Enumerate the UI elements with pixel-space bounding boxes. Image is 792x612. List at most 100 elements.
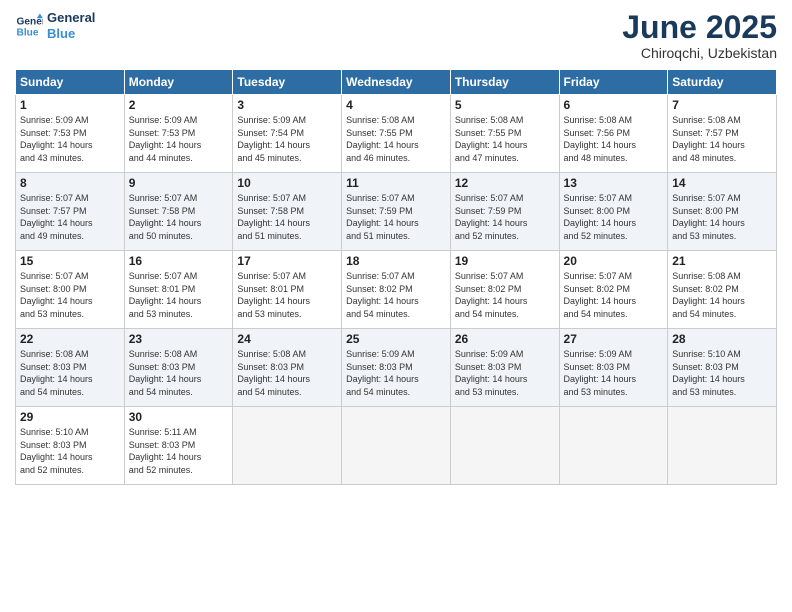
day-info: Sunrise: 5:07 AM Sunset: 7:58 PM Dayligh…: [237, 192, 337, 242]
table-row: 30Sunrise: 5:11 AM Sunset: 8:03 PM Dayli…: [124, 407, 233, 485]
svg-text:Blue: Blue: [17, 27, 39, 38]
day-info: Sunrise: 5:07 AM Sunset: 7:59 PM Dayligh…: [346, 192, 446, 242]
header-thursday: Thursday: [450, 70, 559, 95]
day-info: Sunrise: 5:08 AM Sunset: 7:56 PM Dayligh…: [564, 114, 664, 164]
day-number: 24: [237, 332, 337, 346]
header-wednesday: Wednesday: [342, 70, 451, 95]
table-row: 9 Sunrise: 5:07 AM Sunset: 7:58 PM Daylig…: [124, 173, 233, 251]
day-number: 27: [564, 332, 664, 346]
day-info: Sunrise: 5:08 AM Sunset: 8:03 PM Dayligh…: [20, 348, 120, 398]
day-number: 4: [346, 98, 446, 112]
table-row: [233, 407, 342, 485]
table-row: 16 Sunrise: 5:07 AM Sunset: 8:01 PM Dayli…: [124, 251, 233, 329]
day-number: 19: [455, 254, 555, 268]
day-info: Sunrise: 5:07 AM Sunset: 8:02 PM Dayligh…: [346, 270, 446, 320]
header: General Blue General Blue June 2025 Chir…: [15, 10, 777, 61]
day-number: 13: [564, 176, 664, 190]
day-info: Sunrise: 5:07 AM Sunset: 8:00 PM Dayligh…: [672, 192, 772, 242]
table-row: 24 Sunrise: 5:08 AM Sunset: 8:03 PM Dayli…: [233, 329, 342, 407]
table-row: 27 Sunrise: 5:09 AM Sunset: 8:03 PM Dayli…: [559, 329, 668, 407]
day-number: 22: [20, 332, 120, 346]
day-number: 9: [129, 176, 229, 190]
day-number: 8: [20, 176, 120, 190]
day-info: Sunrise: 5:09 AM Sunset: 7:54 PM Dayligh…: [237, 114, 337, 164]
logo-text-line2: Blue: [47, 26, 95, 42]
table-row: 18 Sunrise: 5:07 AM Sunset: 8:02 PM Dayli…: [342, 251, 451, 329]
day-number: 6: [564, 98, 664, 112]
calendar-week-row: 1 Sunrise: 5:09 AM Sunset: 7:53 PM Daylig…: [16, 95, 777, 173]
table-row: 14 Sunrise: 5:07 AM Sunset: 8:00 PM Dayli…: [668, 173, 777, 251]
day-info: Sunrise: 5:09 AM Sunset: 7:53 PM Dayligh…: [20, 114, 120, 164]
day-info: Sunrise: 5:08 AM Sunset: 7:57 PM Dayligh…: [672, 114, 772, 164]
calendar-week-row: 8 Sunrise: 5:07 AM Sunset: 7:57 PM Daylig…: [16, 173, 777, 251]
day-number: 23: [129, 332, 229, 346]
day-info: Sunrise: 5:07 AM Sunset: 8:00 PM Dayligh…: [20, 270, 120, 320]
table-row: 12Sunrise: 5:07 AM Sunset: 7:59 PM Dayli…: [450, 173, 559, 251]
table-row: 5Sunrise: 5:08 AM Sunset: 7:55 PM Daylig…: [450, 95, 559, 173]
table-row: 11 Sunrise: 5:07 AM Sunset: 7:59 PM Dayli…: [342, 173, 451, 251]
calendar-table: Sunday Monday Tuesday Wednesday Thursday…: [15, 69, 777, 485]
day-info: Sunrise: 5:10 AM Sunset: 8:03 PM Dayligh…: [20, 426, 120, 476]
day-info: Sunrise: 5:10 AM Sunset: 8:03 PM Dayligh…: [672, 348, 772, 398]
day-info: Sunrise: 5:08 AM Sunset: 7:55 PM Dayligh…: [455, 114, 555, 164]
table-row: 23 Sunrise: 5:08 AM Sunset: 8:03 PM Dayli…: [124, 329, 233, 407]
day-info: Sunrise: 5:09 AM Sunset: 8:03 PM Dayligh…: [564, 348, 664, 398]
title-block: June 2025 Chiroqchi, Uzbekistan: [622, 10, 777, 61]
day-info: Sunrise: 5:08 AM Sunset: 8:02 PM Dayligh…: [672, 270, 772, 320]
day-info: Sunrise: 5:09 AM Sunset: 8:03 PM Dayligh…: [346, 348, 446, 398]
logo-icon: General Blue: [15, 12, 43, 40]
table-row: [559, 407, 668, 485]
day-info: Sunrise: 5:09 AM Sunset: 7:53 PM Dayligh…: [129, 114, 229, 164]
day-number: 1: [20, 98, 120, 112]
table-row: 7 Sunrise: 5:08 AM Sunset: 7:57 PM Daylig…: [668, 95, 777, 173]
day-info: Sunrise: 5:08 AM Sunset: 7:55 PM Dayligh…: [346, 114, 446, 164]
table-row: 29 Sunrise: 5:10 AM Sunset: 8:03 PM Dayli…: [16, 407, 125, 485]
day-number: 20: [564, 254, 664, 268]
day-info: Sunrise: 5:07 AM Sunset: 8:01 PM Dayligh…: [237, 270, 337, 320]
calendar-header-row: Sunday Monday Tuesday Wednesday Thursday…: [16, 70, 777, 95]
table-row: 8 Sunrise: 5:07 AM Sunset: 7:57 PM Daylig…: [16, 173, 125, 251]
day-info: Sunrise: 5:07 AM Sunset: 7:57 PM Dayligh…: [20, 192, 120, 242]
day-info: Sunrise: 5:07 AM Sunset: 8:01 PM Dayligh…: [129, 270, 229, 320]
header-monday: Monday: [124, 70, 233, 95]
day-info: Sunrise: 5:07 AM Sunset: 8:02 PM Dayligh…: [455, 270, 555, 320]
day-info: Sunrise: 5:07 AM Sunset: 7:58 PM Dayligh…: [129, 192, 229, 242]
day-number: 14: [672, 176, 772, 190]
table-row: 19 Sunrise: 5:07 AM Sunset: 8:02 PM Dayli…: [450, 251, 559, 329]
table-row: 13 Sunrise: 5:07 AM Sunset: 8:00 PM Dayli…: [559, 173, 668, 251]
day-number: 21: [672, 254, 772, 268]
table-row: 4 Sunrise: 5:08 AM Sunset: 7:55 PM Daylig…: [342, 95, 451, 173]
calendar-week-row: 22 Sunrise: 5:08 AM Sunset: 8:03 PM Dayli…: [16, 329, 777, 407]
day-info: Sunrise: 5:08 AM Sunset: 8:03 PM Dayligh…: [129, 348, 229, 398]
day-info: Sunrise: 5:08 AM Sunset: 8:03 PM Dayligh…: [237, 348, 337, 398]
table-row: 25 Sunrise: 5:09 AM Sunset: 8:03 PM Dayli…: [342, 329, 451, 407]
day-info: Sunrise: 5:07 AM Sunset: 8:00 PM Dayligh…: [564, 192, 664, 242]
day-info: Sunrise: 5:11 AM Sunset: 8:03 PM Dayligh…: [129, 426, 229, 476]
day-info: Sunrise: 5:09 AM Sunset: 8:03 PM Dayligh…: [455, 348, 555, 398]
header-tuesday: Tuesday: [233, 70, 342, 95]
day-number: 18: [346, 254, 446, 268]
day-number: 29: [20, 410, 120, 424]
month-title: June 2025: [622, 10, 777, 45]
day-number: 11: [346, 176, 446, 190]
table-row: 17Sunrise: 5:07 AM Sunset: 8:01 PM Dayli…: [233, 251, 342, 329]
day-info: Sunrise: 5:07 AM Sunset: 7:59 PM Dayligh…: [455, 192, 555, 242]
header-sunday: Sunday: [16, 70, 125, 95]
table-row: 10 Sunrise: 5:07 AM Sunset: 7:58 PM Dayli…: [233, 173, 342, 251]
day-number: 10: [237, 176, 337, 190]
day-number: 15: [20, 254, 120, 268]
table-row: [450, 407, 559, 485]
table-row: 3Sunrise: 5:09 AM Sunset: 7:54 PM Daylig…: [233, 95, 342, 173]
day-info: Sunrise: 5:07 AM Sunset: 8:02 PM Dayligh…: [564, 270, 664, 320]
day-number: 25: [346, 332, 446, 346]
table-row: 22 Sunrise: 5:08 AM Sunset: 8:03 PM Dayli…: [16, 329, 125, 407]
page-container: General Blue General Blue June 2025 Chir…: [0, 0, 792, 612]
table-row: 2Sunrise: 5:09 AM Sunset: 7:53 PM Daylig…: [124, 95, 233, 173]
day-number: 28: [672, 332, 772, 346]
day-number: 7: [672, 98, 772, 112]
logo: General Blue General Blue: [15, 10, 95, 41]
day-number: 16: [129, 254, 229, 268]
table-row: 28 Sunrise: 5:10 AM Sunset: 8:03 PM Dayli…: [668, 329, 777, 407]
header-friday: Friday: [559, 70, 668, 95]
logo-text-line1: General: [47, 10, 95, 26]
